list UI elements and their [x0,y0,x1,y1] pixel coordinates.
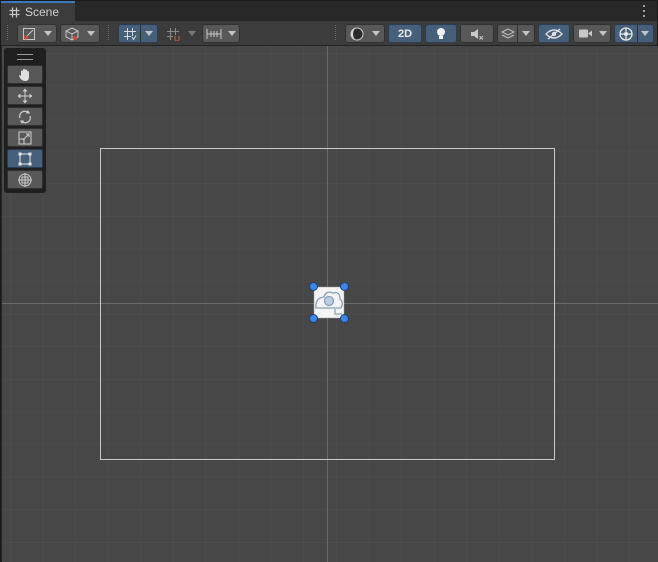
shading-sphere-icon [346,25,368,42]
effects-dropdown[interactable] [497,24,535,43]
tab-scene[interactable]: Scene [1,1,75,21]
grid-snap-icon [162,25,184,42]
chevron-down-icon [638,25,652,42]
rect-handle-top-left[interactable] [309,282,318,291]
chevron-down-icon [141,25,157,42]
lightbulb-icon [437,27,445,39]
hand-tool-icon [19,68,29,81]
rect-tool-icon [18,152,32,165]
scene-viewport[interactable] [2,46,658,562]
toolbar-separator [108,25,111,40]
chevron-down-icon [40,25,56,42]
render-mode-dropdown[interactable] [60,24,100,43]
scale-tool-button[interactable] [7,128,43,147]
transform-tool-icon [18,172,32,187]
grid-tab-icon [9,7,20,17]
rect-tool-button[interactable] [7,149,43,168]
scale-tool-icon [18,131,32,144]
hidden-objects-toggle[interactable] [538,24,570,43]
tools-overlay[interactable] [4,48,46,193]
grid-visibility-toggle[interactable] [118,24,158,43]
chevron-down-icon [368,25,384,42]
camera-icon [574,25,596,42]
camera-dropdown[interactable] [573,24,611,43]
increment-snap-dropdown[interactable] [202,24,240,43]
move-tool-icon [17,88,33,103]
chevron-down-icon [596,25,610,42]
grid-toggle-icon [119,25,140,42]
scene-toolbar: 2D [1,21,657,46]
gizmos-toggle[interactable] [614,24,654,43]
rect-handle-top-right[interactable] [340,282,349,291]
toolbar-separator [335,25,338,40]
shading-mode-dropdown[interactable] [345,24,385,43]
rect-handle-bottom-right[interactable] [340,314,349,323]
hand-tool-button[interactable] [7,65,43,84]
toggle-2d-button[interactable]: 2D [388,24,422,43]
rect-handle-bottom-left[interactable] [309,314,318,323]
effects-layers-icon [498,25,517,42]
increment-snap-icon [203,25,225,42]
toolbar-separator [7,25,10,40]
transform-tool-button[interactable] [7,170,43,189]
lighting-toggle[interactable] [425,24,457,43]
chevron-down-icon [184,25,200,42]
shaded-cube-icon [61,25,83,42]
rotate-tool-icon [19,109,31,124]
move-tool-button[interactable] [7,86,43,105]
scene-window: Scene 2D [0,0,658,562]
draw-mode-icon [18,25,40,42]
audio-mute-icon [471,28,484,40]
visibility-eye-icon [545,27,563,40]
tab-bar: Scene [1,1,657,21]
grid-snapping-toggle[interactable] [161,24,201,43]
chevron-down-icon [83,25,99,42]
chevron-down-icon [225,25,239,42]
kebab-menu-icon[interactable] [641,4,647,18]
selected-camera-object[interactable] [309,282,349,323]
chevron-down-icon [518,25,534,42]
audio-toggle[interactable] [460,24,494,43]
draw-mode-dropdown[interactable] [17,24,57,43]
overlay-drag-handle[interactable] [17,54,33,60]
gizmos-globe-icon [615,25,637,42]
tab-label: Scene [25,5,60,19]
toggle-2d-label: 2D [397,27,413,40]
scene-canvas [2,46,658,562]
rotate-tool-button[interactable] [7,107,43,126]
